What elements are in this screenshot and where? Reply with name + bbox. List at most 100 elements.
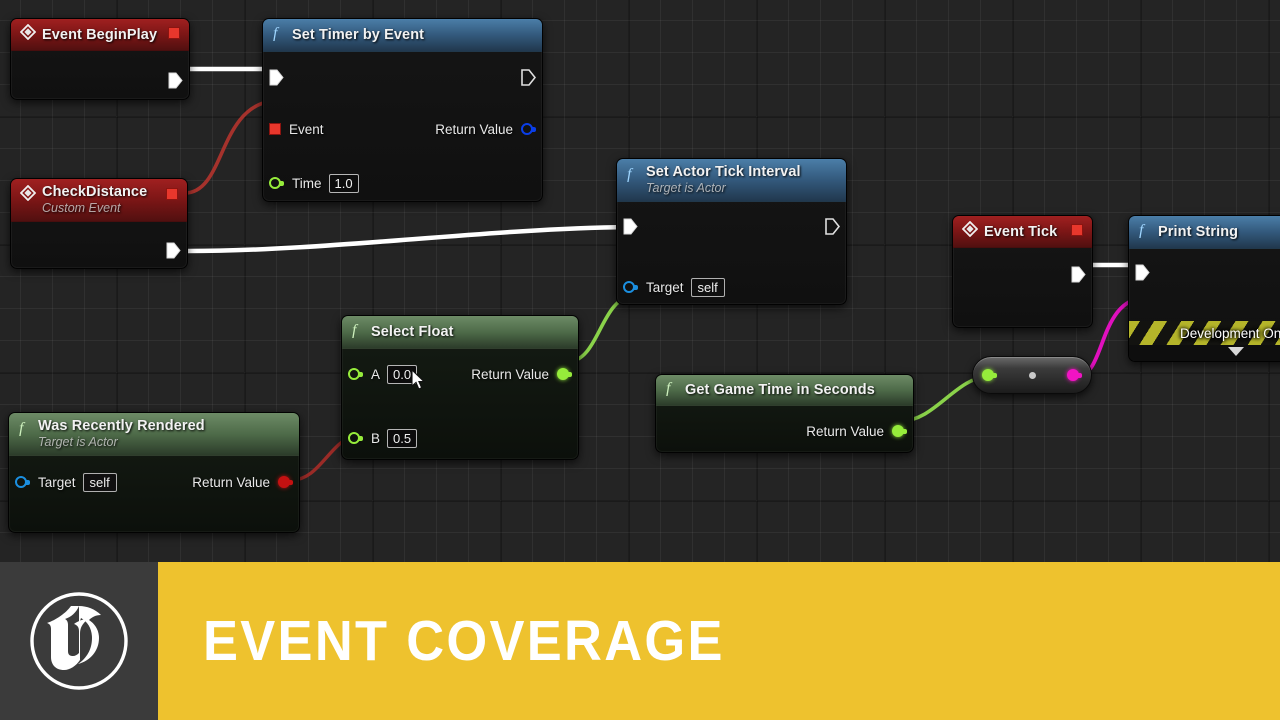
node-check-distance[interactable]: CheckDistance Custom Event [10, 178, 188, 269]
svg-text:f: f [19, 420, 26, 436]
exec-output-pin[interactable] [825, 213, 846, 239]
pin-label: Return Value [806, 423, 884, 439]
event-diamond-icon [19, 23, 37, 45]
delta-seconds-output-group[interactable]: Delta Seconds [975, 320, 1092, 328]
node-header: f Set Timer by Event [263, 19, 542, 52]
float-input-pin[interactable] [982, 369, 997, 381]
node-body [11, 222, 187, 268]
exec-input-pin[interactable] [1129, 259, 1150, 285]
screenshot-root: Event BeginPlay f Set Timer by Event Eve… [0, 0, 1280, 720]
pin-label: B [371, 430, 381, 446]
delegate-input-pin[interactable] [269, 123, 281, 135]
float-input-pin[interactable] [348, 368, 363, 380]
blueprint-graph-canvas[interactable]: Event BeginPlay f Set Timer by Event Eve… [0, 0, 1280, 562]
string-output-pin[interactable] [1067, 369, 1082, 381]
node-set-actor-tick-interval[interactable]: f Set Actor Tick Interval Target is Acto… [616, 158, 847, 305]
node-title: Set Timer by Event [292, 27, 425, 43]
event-delegate-output-pin[interactable] [1071, 224, 1083, 236]
return-value-output-group[interactable]: Return Value [471, 361, 578, 387]
float-output-pin[interactable] [892, 425, 907, 437]
object-input-pin[interactable] [623, 281, 638, 293]
node-subtitle: Target is Actor [38, 435, 118, 449]
node-header: CheckDistance Custom Event [11, 179, 187, 222]
pin-row-a: A 0.0 Return Value [342, 361, 578, 387]
target-input-group[interactable]: Target self [617, 274, 725, 300]
function-f-icon: f [1138, 221, 1152, 243]
node-title: Event BeginPlay [42, 26, 158, 43]
exec-input-pin[interactable] [617, 213, 638, 239]
node-title: Get Game Time in Seconds [685, 382, 875, 398]
input-b-group[interactable]: B 0.5 [342, 425, 418, 451]
logo-container [0, 562, 158, 720]
function-f-icon: f [626, 165, 640, 187]
node-body: A 0.0 Return Value B 0.5 [342, 349, 578, 459]
pin-row-target: Target self Return Value [9, 469, 299, 495]
float-input-pin[interactable] [269, 177, 284, 189]
function-f-icon: f [665, 379, 679, 401]
target-self-value[interactable]: self [690, 277, 725, 297]
pin-row-delta-seconds: Delta Seconds [953, 320, 1092, 328]
time-value-input[interactable]: 1.0 [328, 173, 359, 193]
node-title: Select Float [371, 324, 454, 340]
target-self-value[interactable]: self [82, 472, 117, 492]
node-print-string[interactable]: f Print String In [1128, 215, 1280, 362]
svg-text:f: f [352, 322, 359, 338]
input-a-group[interactable]: A 0.0 [342, 361, 418, 387]
node-set-timer-by-event[interactable]: f Set Timer by Event Event Return Value … [262, 18, 543, 202]
svg-text:f: f [1139, 222, 1146, 238]
chevron-down-icon[interactable] [1227, 347, 1244, 356]
development-only-strip: Development Only [1129, 321, 1280, 345]
event-input-pin-group[interactable]: Event [263, 116, 324, 142]
return-value-output-group[interactable]: Return Value [806, 418, 913, 444]
node-was-recently-rendered[interactable]: f Was Recently Rendered Target is Actor … [8, 412, 300, 533]
node-float-to-string-conversion[interactable] [972, 356, 1092, 394]
input-b-value[interactable]: 0.5 [387, 428, 418, 448]
node-header: f Print String [1129, 216, 1280, 249]
object-input-pin[interactable] [15, 476, 30, 488]
return-value-output-group[interactable]: Return Value [192, 469, 299, 495]
pin-label: Target [38, 474, 76, 490]
node-event-begin-play[interactable]: Event BeginPlay [10, 18, 190, 100]
event-delegate-output-pin[interactable] [166, 188, 178, 200]
node-get-game-time-in-seconds[interactable]: f Get Game Time in Seconds Return Value [655, 374, 914, 453]
node-select-float[interactable]: f Select Float A 0.0 Return Value B 0.5 [341, 315, 579, 460]
node-body: Return Value [656, 406, 913, 452]
pin-row-exec-out [11, 237, 187, 263]
exec-output-pin[interactable] [168, 67, 189, 93]
conversion-dot-icon [1028, 371, 1036, 379]
exec-input-pin[interactable] [263, 64, 284, 90]
pin-label: Delta Seconds [975, 326, 1063, 328]
pin-row-exec-out [11, 67, 189, 93]
time-input-group[interactable]: Time 1.0 [263, 170, 359, 196]
tolerance-input-group[interactable]: Tolerance 0.2 [8, 532, 134, 533]
float-input-pin[interactable] [348, 432, 363, 444]
float-output-pin[interactable] [1071, 327, 1086, 328]
node-event-tick[interactable]: Event Tick Delta Seconds [952, 215, 1093, 328]
node-collapse-area[interactable] [1129, 345, 1280, 361]
pin-label: Time [292, 175, 322, 191]
pin-row-exec-out [953, 261, 1092, 287]
exec-output-pin[interactable] [166, 237, 187, 263]
input-a-value[interactable]: 0.0 [387, 364, 418, 384]
function-f-icon: f [351, 321, 365, 343]
node-subtitle: Custom Event [42, 201, 121, 215]
pin-label: Return Value [471, 366, 549, 382]
event-diamond-icon [961, 220, 979, 242]
float-output-pin[interactable] [557, 368, 572, 380]
bool-output-pin[interactable] [278, 476, 293, 488]
event-diamond-icon [19, 184, 37, 206]
pin-label: Return Value [435, 121, 513, 137]
event-delegate-output-pin[interactable] [168, 27, 180, 39]
node-body: Target self Tick Interval [617, 202, 846, 304]
return-value-output-group[interactable]: Return Value [435, 116, 542, 142]
struct-output-pin[interactable] [521, 123, 536, 135]
node-body: Delta Seconds [953, 248, 1092, 327]
pin-label: Return Value [192, 474, 270, 490]
pin-label: A [371, 366, 381, 382]
exec-output-pin[interactable] [521, 64, 542, 90]
wire-delegate-checkdistance-settimer [184, 99, 273, 195]
exec-output-pin[interactable] [1071, 261, 1092, 287]
pin-row-exec [617, 213, 846, 239]
target-input-group[interactable]: Target self [9, 469, 117, 495]
node-title: Set Actor Tick Interval [646, 164, 801, 180]
